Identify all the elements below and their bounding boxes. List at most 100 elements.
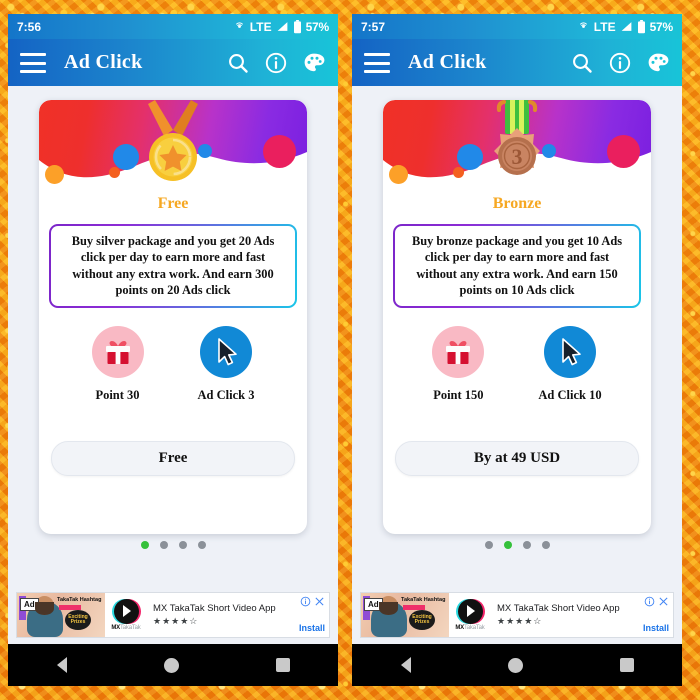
ad-thumbnail: Ad TakaTak Hashtag Exciting Prizes xyxy=(361,593,449,637)
search-icon[interactable] xyxy=(226,51,250,75)
page-indicator xyxy=(484,540,550,549)
decor-bubble-orange-small xyxy=(453,167,464,178)
svg-text:3: 3 xyxy=(512,144,523,169)
card-header xyxy=(39,100,307,186)
back-icon[interactable] xyxy=(56,657,67,673)
ad-controls: Install xyxy=(279,593,329,637)
battery-percent-label: 57% xyxy=(649,19,674,34)
package-card: 3 Bronze Buy bronze package and you get … xyxy=(383,100,651,534)
hamburger-icon[interactable] xyxy=(364,52,390,73)
perks-row: Point 30 Ad Click 3 xyxy=(39,325,307,403)
ad-close-icon[interactable] xyxy=(658,596,669,607)
content-area: 3 Bronze Buy bronze package and you get … xyxy=(352,86,682,644)
play-button-icon xyxy=(457,599,483,624)
signal-icon xyxy=(621,22,631,31)
home-icon[interactable] xyxy=(163,657,179,673)
status-bar-time: 7:56 xyxy=(17,19,42,34)
ad-banner[interactable]: Ad TakaTak Hashtag Exciting Prizes MXTak… xyxy=(16,592,330,638)
perk-point[interactable]: Point 150 xyxy=(432,325,485,403)
android-nav-bar xyxy=(352,644,682,686)
ad-beard-decor xyxy=(35,602,54,615)
package-description-box: Buy silver package and you get 20 Ads cl… xyxy=(49,224,297,308)
ad-logo-name: MX xyxy=(111,625,120,631)
card-bottom-spacer xyxy=(39,476,307,524)
gift-icon xyxy=(105,340,130,364)
ad-info-icon[interactable] xyxy=(300,596,311,607)
page-dot-2[interactable] xyxy=(159,540,168,549)
hamburger-icon[interactable] xyxy=(20,52,46,73)
recent-apps-icon[interactable] xyxy=(275,658,290,672)
perk-point-label: Point 150 xyxy=(433,387,484,402)
network-type-label: LTE xyxy=(249,19,272,34)
ad-rating-stars: ★★★★☆ xyxy=(153,616,199,626)
app-bar: Ad Click xyxy=(8,39,338,86)
back-icon[interactable] xyxy=(400,657,411,673)
bronze-3-medal-icon: 3 xyxy=(494,100,540,175)
ad-thumbnail: Ad TakaTak Hashtag Exciting Prizes xyxy=(17,593,105,637)
battery-icon xyxy=(293,19,301,33)
perk-adclick[interactable]: Ad Click 3 xyxy=(197,325,255,403)
battery-percent-label: 57% xyxy=(305,19,330,34)
status-bar: 7:56 LTE 57% xyxy=(8,14,338,39)
package-description-text: Buy silver package and you get 20 Ads cl… xyxy=(51,226,295,306)
ad-title: MX TakaTak Short Video App xyxy=(153,603,276,614)
ad-body: MX TakaTak Short Video App ★★★★☆ xyxy=(491,593,623,637)
ad-thumb-circle: Exciting Prizes xyxy=(409,610,435,630)
status-bar-time: 7:57 xyxy=(361,19,386,34)
ad-info-icon[interactable] xyxy=(644,596,655,607)
network-type-label: LTE xyxy=(593,19,616,34)
ad-beard-decor xyxy=(379,602,398,615)
page-dot-4[interactable] xyxy=(197,540,206,549)
ad-rating-stars: ★★★★☆ xyxy=(497,616,543,626)
card-bottom-spacer xyxy=(383,476,651,524)
info-icon[interactable] xyxy=(608,51,632,75)
page-dot-2[interactable] xyxy=(503,540,512,549)
decor-bubble-orange xyxy=(389,165,408,184)
palette-icon[interactable] xyxy=(646,51,670,75)
decor-bubble-orange-small xyxy=(109,167,120,178)
ad-app-logo: MXTakaTak xyxy=(449,593,491,637)
perk-point[interactable]: Point 30 xyxy=(91,325,144,403)
signal-icon xyxy=(277,22,287,31)
tier-name: Free xyxy=(157,195,189,212)
cursor-icon xyxy=(218,337,237,365)
ad-thumb-circle: Exciting Prizes xyxy=(65,610,91,630)
gift-icon-circle xyxy=(91,325,144,378)
search-icon[interactable] xyxy=(570,51,594,75)
page-dot-1[interactable] xyxy=(140,540,149,549)
ad-title: MX TakaTak Short Video App xyxy=(497,603,620,614)
palette-icon[interactable] xyxy=(302,51,326,75)
perk-adclick[interactable]: Ad Click 10 xyxy=(538,325,602,403)
perk-adclick-label: Ad Click 3 xyxy=(197,387,255,402)
page-dot-3[interactable] xyxy=(178,540,187,549)
cast-icon xyxy=(235,22,243,28)
package-description-box: Buy bronze package and you get 10 Ads cl… xyxy=(393,224,641,308)
page-title: Ad Click xyxy=(64,51,143,73)
battery-icon xyxy=(637,19,645,33)
page-dot-4[interactable] xyxy=(541,540,550,549)
ad-install-link[interactable]: Install xyxy=(299,623,325,633)
page-dot-1[interactable] xyxy=(484,540,493,549)
package-description-text: Buy bronze package and you get 10 Ads cl… xyxy=(395,226,639,306)
ad-banner[interactable]: Ad TakaTak Hashtag Exciting Prizes MXTak… xyxy=(360,592,674,638)
android-nav-bar xyxy=(8,644,338,686)
ad-thumb-text: TakaTak Hashtag xyxy=(57,597,102,603)
info-icon[interactable] xyxy=(264,51,288,75)
purchase-button[interactable]: Free xyxy=(51,440,295,476)
cursor-icon xyxy=(562,337,581,365)
purchase-button[interactable]: By at 49 USD xyxy=(395,440,639,476)
ad-close-icon[interactable] xyxy=(314,596,325,607)
perk-point-label: Point 30 xyxy=(95,387,140,402)
phone-screenshots-container: 7:56 LTE 57% Ad Click Free Buy silver pa… xyxy=(0,0,700,700)
decor-bubble-pink xyxy=(263,135,296,168)
status-bar: 7:57 LTE 57% xyxy=(352,14,682,39)
recent-apps-icon[interactable] xyxy=(619,658,634,672)
ad-install-link[interactable]: Install xyxy=(643,623,669,633)
cursor-icon-circle xyxy=(543,325,596,378)
card-header: 3 xyxy=(383,100,651,186)
gift-icon xyxy=(446,340,471,364)
ad-app-logo: MXTakaTak xyxy=(105,593,147,637)
page-dot-3[interactable] xyxy=(522,540,531,549)
ad-thumb-text: TakaTak Hashtag xyxy=(401,597,446,603)
home-icon[interactable] xyxy=(507,657,523,673)
